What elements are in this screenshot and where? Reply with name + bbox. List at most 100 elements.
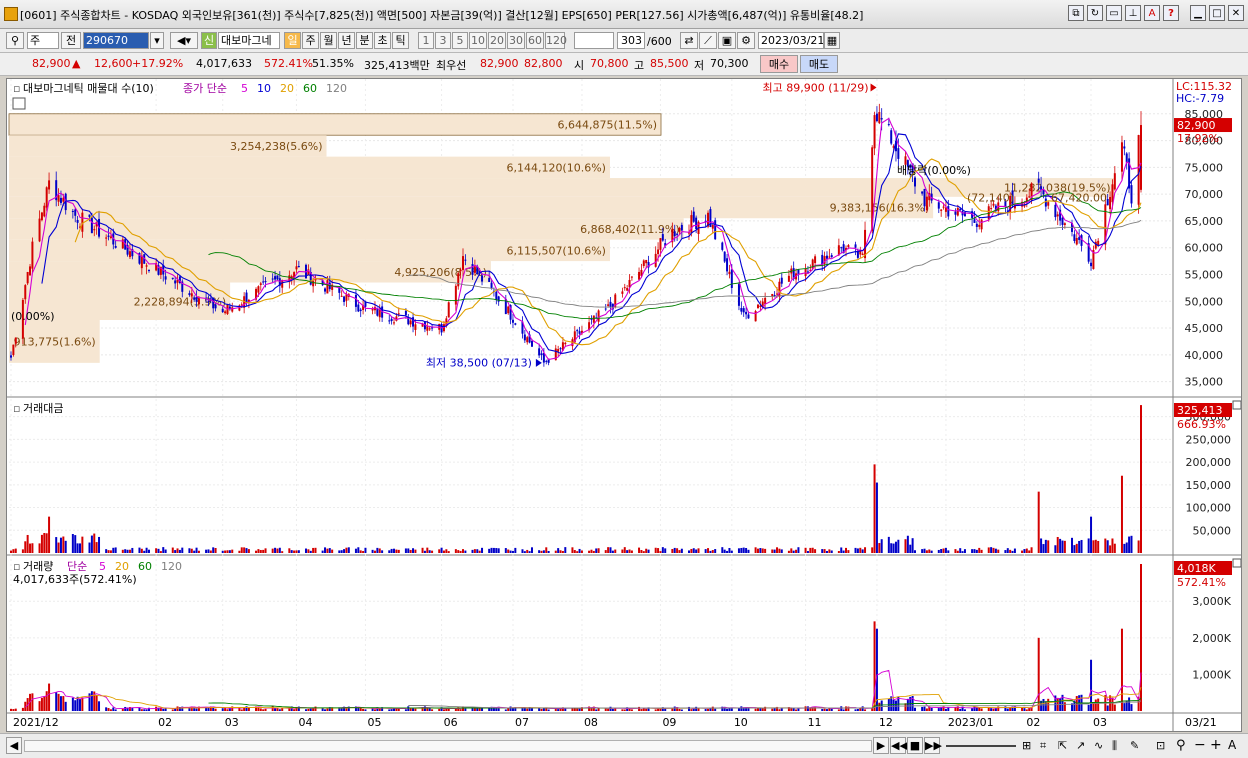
refresh-icon[interactable]: ↻ [1087, 5, 1103, 21]
search-icon[interactable]: ⚲ [6, 32, 24, 49]
period-button[interactable]: 틱 [392, 32, 409, 49]
pen-icon[interactable]: A [1144, 5, 1160, 21]
grid-icon[interactable]: ⊡ [1156, 739, 1165, 752]
view-count-input[interactable]: 303 [617, 32, 645, 49]
high-arrow-icon [870, 83, 877, 92]
period-button[interactable]: 일 [284, 32, 301, 49]
close-icon[interactable]: ✕ [1228, 5, 1244, 21]
amount-bar [490, 547, 493, 553]
horizontal-scrollbar[interactable] [24, 740, 872, 752]
amount-bar [331, 549, 334, 553]
window-link-icon[interactable]: ⧉ [1068, 5, 1084, 21]
step-back-icon[interactable]: ◀◀ [890, 737, 908, 754]
plus-icon[interactable]: + [1210, 737, 1222, 753]
volume-bar [1113, 704, 1116, 711]
speaker-icon[interactable]: ◀▾ [170, 32, 198, 49]
date-input[interactable]: 2023/03/21 [758, 32, 824, 49]
settings-icon[interactable]: ⚙ [737, 32, 755, 49]
zoom-slider-icon[interactable] [946, 745, 1016, 747]
chart-area[interactable]: 35,000 40,000 45,000 50,000 55,000 60,000 65,0… [6, 78, 1242, 732]
period-button[interactable]: 분 [356, 32, 373, 49]
candle-body [540, 353, 543, 356]
candle-body [40, 212, 43, 221]
sell-button[interactable]: 매도 [800, 55, 838, 73]
volume-bar [138, 707, 141, 711]
scroll-right-icon[interactable]: ▶ [873, 737, 889, 754]
volume-bar [623, 709, 626, 711]
period-button[interactable]: 월 [320, 32, 337, 49]
stock-code-input[interactable]: 290670 [83, 32, 149, 49]
cursor-icon[interactable]: ⇱ [1058, 739, 1067, 752]
volume-bar [959, 708, 962, 711]
volume-bar [442, 709, 445, 711]
buy-button[interactable]: 매수 [760, 55, 798, 73]
volume-bar [740, 706, 743, 711]
period-type-select[interactable]: 주 [27, 32, 59, 49]
trend-icon[interactable]: ↗ [1076, 739, 1085, 752]
interval-button[interactable]: 10 [469, 32, 487, 49]
cross-arrow-icon[interactable]: ⇄ [680, 32, 698, 49]
candle-body [390, 318, 393, 322]
interval-button[interactable]: 20 [488, 32, 506, 49]
period-button[interactable]: 초 [374, 32, 391, 49]
line-tool-icon[interactable]: ⌗ [1040, 739, 1046, 753]
amount-bar [1030, 547, 1033, 553]
price-tick-label: 40,000 [1185, 349, 1224, 362]
stop-icon[interactable]: ■ [907, 737, 923, 754]
chart-tool-icon[interactable]: ⟋ [699, 32, 717, 49]
window-layout-icon[interactable]: ▭ [1106, 5, 1122, 21]
scroll-left-icon[interactable]: ◀ [6, 737, 22, 754]
amount-bar [1130, 535, 1133, 553]
interval-button[interactable]: 3 [435, 32, 451, 49]
amount-bar [438, 549, 441, 553]
stock-chart[interactable]: 35,000 40,000 45,000 50,000 55,000 60,000 65,0… [7, 79, 1242, 731]
candle-body [861, 253, 864, 255]
wave-icon[interactable]: ∿ [1094, 739, 1103, 752]
pencil-icon[interactable]: ✎ [1130, 739, 1139, 752]
minimize-icon[interactable]: ▁ [1190, 5, 1206, 21]
interval-button[interactable]: 60 [526, 32, 544, 49]
restore-icon[interactable]: □ [1209, 5, 1225, 21]
save-icon[interactable]: ▣ [718, 32, 736, 49]
amount-bar [473, 549, 476, 553]
amount-bar [278, 547, 281, 553]
new-badge[interactable]: 신 [201, 32, 217, 49]
calendar-icon[interactable]: ▦ [824, 32, 840, 49]
pin-icon[interactable]: ⊥ [1125, 5, 1141, 21]
amount-bar [754, 547, 757, 553]
chevron-down-icon[interactable]: ▾ [150, 32, 164, 49]
candle-body [776, 293, 779, 295]
amount-bar [661, 547, 664, 553]
amount-bar [159, 551, 162, 553]
help-icon[interactable]: ? [1163, 5, 1179, 21]
volume-bar [557, 709, 560, 711]
candle-body [990, 208, 993, 210]
fast-forward-icon[interactable]: ▶▶ [924, 737, 942, 754]
amount-bar [590, 549, 593, 553]
period-button[interactable]: 주 [302, 32, 319, 49]
zoom-icon[interactable]: ⚲ [1176, 738, 1186, 753]
amount-bar [630, 550, 633, 553]
bars-icon[interactable]: ⫼ [1112, 739, 1117, 753]
prev-button[interactable]: 전 [61, 32, 81, 49]
minus-icon[interactable]: − [1194, 737, 1206, 753]
indicator-select[interactable]: 대보마그네 [218, 32, 280, 49]
interval-button[interactable]: 120 [545, 32, 567, 49]
period-button[interactable]: 년 [338, 32, 355, 49]
interval-button[interactable]: 30 [507, 32, 525, 49]
interval-button[interactable]: 5 [452, 32, 468, 49]
amount-bar [804, 547, 807, 553]
interval-button[interactable]: 1 [418, 32, 434, 49]
crosshair-icon[interactable]: ⊞ [1022, 739, 1031, 752]
blank-select[interactable] [574, 32, 614, 49]
candle-body [426, 326, 429, 331]
candle-body [128, 251, 131, 258]
amount-bar [257, 549, 260, 553]
volume-profile-label: 3,254,238(5.6%) [230, 140, 323, 153]
auto-icon[interactable]: A [1228, 738, 1236, 752]
amount-bar [271, 548, 274, 553]
amount-tick-label: 200,000 [1186, 456, 1232, 469]
volume-bar [162, 708, 165, 711]
amount-bar [207, 549, 210, 553]
amount-bar [147, 549, 150, 553]
